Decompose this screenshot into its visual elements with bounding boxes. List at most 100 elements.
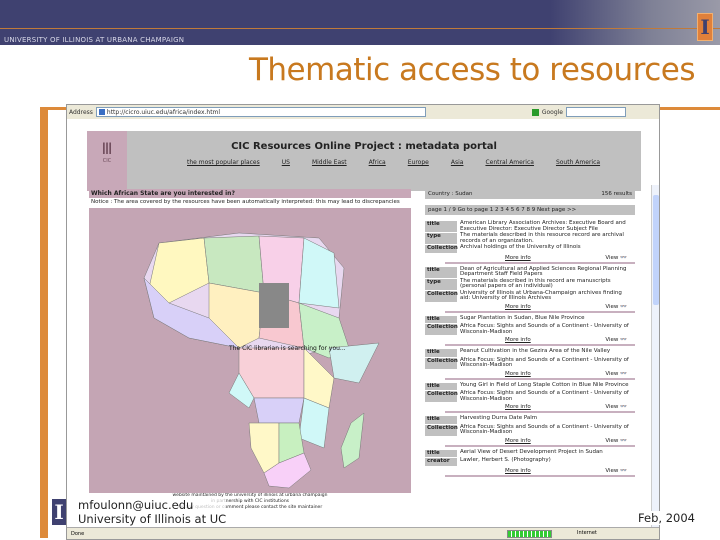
go-icon[interactable] xyxy=(531,108,539,116)
scrollbar[interactable] xyxy=(651,185,659,527)
view-link[interactable]: View 👓 xyxy=(605,438,627,444)
record-field: title Dean of Agricultural and Applied Sc… xyxy=(425,265,635,278)
record-actions: More info View 👓 xyxy=(445,303,635,313)
field-label: creator xyxy=(425,458,457,466)
field-value: Africa Focus: Sights and Sounds of a Con… xyxy=(460,356,629,368)
record-field: Collection Africa Focus: Sights and Sound… xyxy=(425,390,635,402)
field-value: University of Illinois at Urbana-Champai… xyxy=(460,289,622,301)
view-link[interactable]: View 👓 xyxy=(605,255,627,261)
address-bar: Address http://cicro.uiuc.edu/africa/ind… xyxy=(67,105,659,119)
field-value: Africa Focus: Sights and Sounds of a Con… xyxy=(460,423,629,435)
university-name: UNIVERSITY OF ILLINOIS AT URBANA CHAMPAI… xyxy=(4,36,185,44)
field-label: Collection xyxy=(425,357,458,369)
map-question: Which African State are you interested i… xyxy=(89,189,411,198)
librarian-figure xyxy=(259,282,289,328)
author-org: University of Illinois at UC xyxy=(78,512,227,526)
more-info-link[interactable]: More info xyxy=(505,255,531,261)
africa-map[interactable]: The CIC librarian is searching for you..… xyxy=(89,207,411,493)
pager-links[interactable]: page 1 / 9 Go to page 1 2 3 4 5 6 7 8 9 … xyxy=(428,207,576,213)
nav-central-america[interactable]: Central America xyxy=(485,159,534,166)
field-label: Collection xyxy=(425,424,458,436)
record-field: Collection University of Illinois at Urba… xyxy=(425,289,635,302)
result-record: title Young Girl in Field of Long Staple … xyxy=(425,382,635,413)
glasses-icon: 👓 xyxy=(620,404,627,410)
field-label: title xyxy=(425,315,457,323)
nav-south-america[interactable]: South America xyxy=(556,159,600,166)
field-label: type xyxy=(425,278,457,290)
more-info-link[interactable]: More info xyxy=(505,304,531,310)
map-notice: Notice : The area covered by the resourc… xyxy=(91,199,400,205)
google-search-input[interactable] xyxy=(566,107,626,117)
address-input[interactable]: http://cicro.uiuc.edu/africa/index.html xyxy=(95,107,426,117)
glasses-icon: 👓 xyxy=(620,337,627,343)
result-count: 156 results xyxy=(601,191,632,197)
nav-middle-east[interactable]: Middle East xyxy=(312,159,347,166)
nav-asia[interactable]: Asia xyxy=(451,159,464,166)
record-field: title American Library Association Archiv… xyxy=(425,220,635,232)
field-value: Africa Focus: Sights and Sounds of a Con… xyxy=(460,390,629,402)
record-field: title Peanut Cultivation in the Gezira Ar… xyxy=(425,348,635,357)
record-actions: More info View 👓 xyxy=(445,254,635,264)
nav-europe[interactable]: Europe xyxy=(408,159,429,166)
field-label: Collection xyxy=(425,391,458,402)
result-record: title Peanut Cultivation in the Gezira Ar… xyxy=(425,348,635,380)
status-text: Done xyxy=(71,530,85,537)
field-label: title xyxy=(425,416,457,424)
glasses-icon: 👓 xyxy=(620,437,627,444)
field-label: title xyxy=(425,382,457,390)
more-info-link[interactable]: More info xyxy=(505,371,531,377)
view-link[interactable]: View 👓 xyxy=(605,468,627,474)
map-panel: Which African State are you interested i… xyxy=(89,189,411,511)
result-record: title Aerial View of Desert Development P… xyxy=(425,448,635,477)
banner-divider xyxy=(0,28,720,29)
address-label: Address xyxy=(69,108,93,116)
field-value: Aerial View of Desert Development Projec… xyxy=(460,448,603,455)
record-actions: More info View 👓 xyxy=(445,336,635,346)
record-field: title Harvesting Durra Date Palm xyxy=(425,415,635,424)
field-value: Archival holdings of the University of I… xyxy=(460,244,581,250)
more-info-link[interactable]: More info xyxy=(505,468,531,474)
record-field: creator Lawler, Herbert S. (Photography) xyxy=(425,457,635,466)
field-label: title xyxy=(425,449,457,457)
record-actions: More info View 👓 xyxy=(445,467,635,477)
slide-title: Thematic access to resources xyxy=(248,52,696,88)
result-record: title Harvesting Durra Date Palm Collectio… xyxy=(425,415,635,447)
record-field: type The materials described in this reco… xyxy=(425,278,635,290)
result-record: title American Library Association Archiv… xyxy=(425,220,635,264)
view-link[interactable]: View 👓 xyxy=(605,371,627,377)
accent-bar xyxy=(40,108,48,538)
record-field: Collection Africa Focus: Sights and Sound… xyxy=(425,423,635,436)
nav-us[interactable]: US xyxy=(282,159,290,166)
view-link[interactable]: View 👓 xyxy=(605,404,627,410)
slide-date: Feb, 2004 xyxy=(638,511,695,525)
glasses-icon: 👓 xyxy=(620,254,627,261)
glasses-icon: 👓 xyxy=(620,303,627,310)
university-banner: UNIVERSITY OF ILLINOIS AT URBANA CHAMPAI… xyxy=(0,0,720,45)
pager[interactable]: page 1 / 9 Go to page 1 2 3 4 5 6 7 8 9 … xyxy=(425,205,635,215)
view-link[interactable]: View 👓 xyxy=(605,304,627,310)
field-label: Collection xyxy=(425,245,458,253)
results-panel: Country : Sudan 156 results page 1 / 9 Go… xyxy=(425,189,635,477)
more-info-link[interactable]: More info xyxy=(505,404,531,410)
field-value: The materials described in this resource… xyxy=(460,232,624,244)
field-value: American Library Association Archives: E… xyxy=(460,220,626,232)
nav-popular[interactable]: the most popular places xyxy=(187,159,260,166)
scrollbar-thumb[interactable] xyxy=(653,195,659,305)
glasses-icon: 👓 xyxy=(620,370,627,377)
footer-illinois-logo: I xyxy=(52,499,66,525)
results-summary: Country : Sudan 156 results xyxy=(425,189,635,199)
banner-graphic xyxy=(550,0,720,45)
accent-line-right xyxy=(655,107,720,110)
portal-header: Ⅲ CIC CIC Resources Online Project : meta… xyxy=(87,131,641,191)
illinois-logo: I xyxy=(697,13,713,41)
more-info-link[interactable]: More info xyxy=(505,337,531,343)
nav-africa[interactable]: Africa xyxy=(369,159,386,166)
portal-title: CIC Resources Online Project : metadata … xyxy=(231,141,497,152)
record-actions: More info View 👓 xyxy=(445,370,635,380)
view-link[interactable]: View 👓 xyxy=(605,337,627,343)
more-info-link[interactable]: More info xyxy=(505,438,531,444)
field-value: Dean of Agricultural and Applied Science… xyxy=(460,265,627,277)
field-value: Lawler, Herbert S. (Photography) xyxy=(460,457,551,463)
librarian-caption: The CIC librarian is searching for you..… xyxy=(229,344,346,352)
record-field: title Aerial View of Desert Development P… xyxy=(425,448,635,457)
